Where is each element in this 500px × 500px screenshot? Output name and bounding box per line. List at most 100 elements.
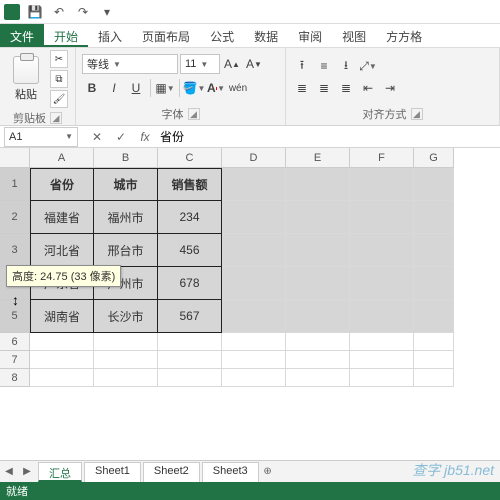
- cell[interactable]: [286, 369, 350, 387]
- cell[interactable]: 城市: [94, 168, 158, 201]
- cell[interactable]: 河北省: [30, 234, 94, 267]
- col-header[interactable]: G: [414, 148, 454, 168]
- cell[interactable]: 湖南省: [30, 300, 94, 333]
- align-top-icon[interactable]: ⭱: [292, 56, 312, 76]
- cell[interactable]: 长沙市: [94, 300, 158, 333]
- fx-icon[interactable]: fx: [136, 128, 154, 146]
- orientation-icon[interactable]: ⤢▼: [358, 56, 378, 76]
- cell[interactable]: [286, 168, 350, 201]
- align-middle-icon[interactable]: ≡: [314, 56, 334, 76]
- cell[interactable]: 567: [158, 300, 222, 333]
- cell[interactable]: [30, 333, 94, 351]
- col-header[interactable]: E: [286, 148, 350, 168]
- align-right-icon[interactable]: ≣: [336, 78, 356, 98]
- row-header[interactable]: 1: [0, 168, 30, 201]
- decrease-indent-icon[interactable]: ⇤: [358, 78, 378, 98]
- cell[interactable]: [222, 351, 286, 369]
- col-header[interactable]: F: [350, 148, 414, 168]
- row-header[interactable]: 3: [0, 234, 30, 267]
- tab-home[interactable]: 开始: [44, 24, 88, 47]
- cell[interactable]: [222, 267, 286, 300]
- cell[interactable]: 456: [158, 234, 222, 267]
- sheet-tab[interactable]: Sheet2: [143, 462, 200, 482]
- shrink-font-icon[interactable]: A▼: [244, 54, 264, 74]
- sheet-nav-prev-icon[interactable]: ◀: [1, 464, 17, 480]
- cell[interactable]: [414, 333, 454, 351]
- row-header[interactable]: 8: [0, 369, 30, 387]
- cell[interactable]: [286, 234, 350, 267]
- cell[interactable]: [286, 201, 350, 234]
- redo-icon[interactable]: ↷: [74, 3, 92, 21]
- cell[interactable]: [222, 369, 286, 387]
- increase-indent-icon[interactable]: ⇥: [380, 78, 400, 98]
- confirm-formula-icon[interactable]: ✓: [112, 128, 130, 146]
- tab-file[interactable]: 文件: [0, 24, 44, 47]
- qat-more-icon[interactable]: ▾: [98, 3, 116, 21]
- copy-icon[interactable]: ⧉: [50, 70, 68, 88]
- font-dialog-launcher[interactable]: ◢: [188, 108, 200, 120]
- sheet-nav-next-icon[interactable]: ▶: [19, 464, 35, 480]
- cell[interactable]: [350, 267, 414, 300]
- cell[interactable]: [350, 333, 414, 351]
- cell[interactable]: [350, 369, 414, 387]
- cell[interactable]: 678: [158, 267, 222, 300]
- cancel-formula-icon[interactable]: ✕: [88, 128, 106, 146]
- font-size-combo[interactable]: 11▼: [180, 54, 220, 74]
- font-color-button[interactable]: A▼: [206, 78, 226, 98]
- align-center-icon[interactable]: ≣: [314, 78, 334, 98]
- tab-review[interactable]: 审阅: [288, 24, 332, 47]
- fill-color-button[interactable]: 🪣▼: [184, 78, 204, 98]
- row-header[interactable]: 7: [0, 351, 30, 369]
- cell[interactable]: 福州市: [94, 201, 158, 234]
- clipboard-dialog-launcher[interactable]: ◢: [50, 112, 62, 124]
- add-sheet-icon[interactable]: ⊕: [260, 464, 276, 480]
- cell[interactable]: 邢台市: [94, 234, 158, 267]
- cell[interactable]: 省份: [30, 168, 94, 201]
- cell[interactable]: 福建省: [30, 201, 94, 234]
- tab-layout[interactable]: 页面布局: [132, 24, 200, 47]
- cell[interactable]: 234: [158, 201, 222, 234]
- cell[interactable]: [350, 234, 414, 267]
- cell[interactable]: [414, 168, 454, 201]
- cell[interactable]: [158, 369, 222, 387]
- cell[interactable]: [222, 234, 286, 267]
- cell[interactable]: [222, 300, 286, 333]
- cell[interactable]: [414, 351, 454, 369]
- cell[interactable]: [94, 369, 158, 387]
- cell[interactable]: [94, 351, 158, 369]
- sheet-tab[interactable]: Sheet3: [202, 462, 259, 482]
- cell[interactable]: [350, 351, 414, 369]
- font-name-combo[interactable]: 等线▼: [82, 54, 178, 74]
- cell[interactable]: [286, 300, 350, 333]
- col-header[interactable]: B: [94, 148, 158, 168]
- sheet-tab[interactable]: Sheet1: [84, 462, 141, 482]
- row-header[interactable]: 2: [0, 201, 30, 234]
- cell[interactable]: [158, 351, 222, 369]
- cell[interactable]: [222, 333, 286, 351]
- bold-button[interactable]: B: [82, 78, 102, 98]
- cell[interactable]: [350, 168, 414, 201]
- cell[interactable]: 销售额: [158, 168, 222, 201]
- underline-button[interactable]: U: [126, 78, 146, 98]
- undo-icon[interactable]: ↶: [50, 3, 68, 21]
- cell[interactable]: [414, 267, 454, 300]
- cell[interactable]: [30, 369, 94, 387]
- cell[interactable]: [414, 234, 454, 267]
- tab-data[interactable]: 数据: [244, 24, 288, 47]
- align-left-icon[interactable]: ≣: [292, 78, 312, 98]
- cell[interactable]: [30, 351, 94, 369]
- cell[interactable]: [94, 333, 158, 351]
- save-icon[interactable]: 💾: [26, 3, 44, 21]
- row-header[interactable]: 6: [0, 333, 30, 351]
- cell[interactable]: [350, 201, 414, 234]
- cell[interactable]: [286, 267, 350, 300]
- italic-button[interactable]: I: [104, 78, 124, 98]
- borders-button[interactable]: ▦▼: [155, 78, 175, 98]
- select-all-corner[interactable]: [0, 148, 30, 168]
- col-header[interactable]: D: [222, 148, 286, 168]
- sheet-tab-active[interactable]: 汇总: [38, 462, 82, 482]
- cut-icon[interactable]: ✂: [50, 50, 68, 68]
- cell[interactable]: [414, 201, 454, 234]
- cell[interactable]: [222, 168, 286, 201]
- cell[interactable]: [158, 333, 222, 351]
